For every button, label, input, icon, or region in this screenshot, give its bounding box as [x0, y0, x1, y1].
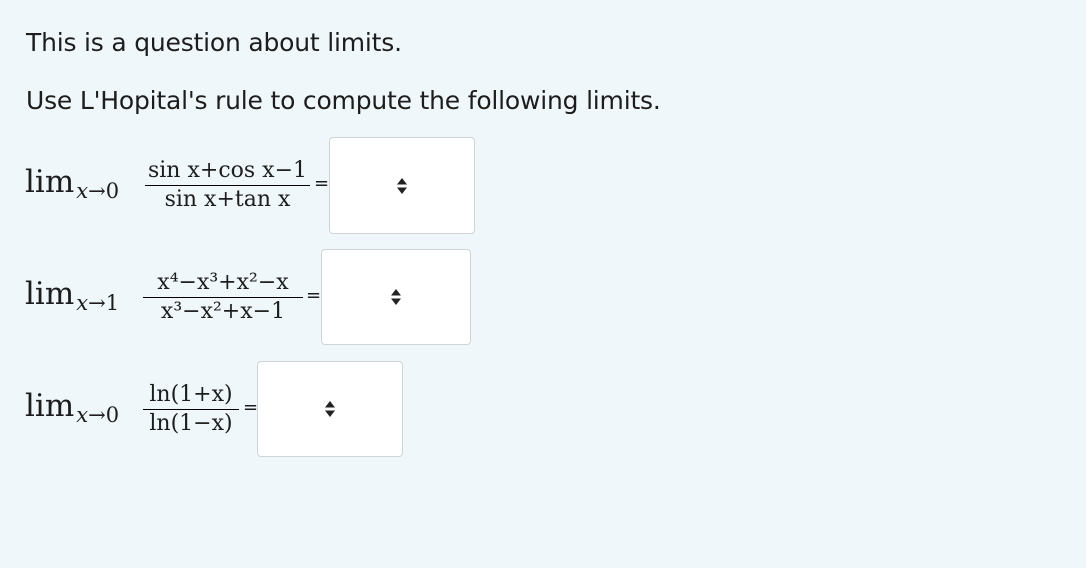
limit-operator: limx→0 [25, 388, 120, 427]
fraction-numerator: x⁴−x³+x²−x [157, 270, 289, 295]
limit-fraction: ln(1+x) ln(1−x) [143, 381, 239, 438]
question-instruction: Use L'Hopital's rule to compute the foll… [26, 86, 661, 115]
fraction-denominator: ln(1−x) [149, 411, 233, 436]
limit-fraction: sin x+cos x−1 sin x+tan x [145, 157, 310, 214]
answer-select-3[interactable] [257, 361, 403, 457]
up-down-arrow-icon [391, 289, 401, 305]
answer-select-2[interactable] [321, 249, 471, 345]
equals-sign: = [314, 173, 330, 194]
equals-sign: = [243, 397, 259, 418]
equals-sign: = [306, 285, 322, 306]
fraction-numerator: sin x+cos x−1 [147, 158, 308, 183]
fraction-numerator: ln(1+x) [149, 382, 233, 407]
up-down-arrow-icon [325, 401, 335, 417]
limit-fraction: x⁴−x³+x²−x x³−x²+x−1 [143, 269, 303, 326]
limit-operator: limx→0 [25, 164, 120, 203]
up-down-arrow-icon [397, 177, 407, 194]
fraction-denominator: x³−x²+x−1 [160, 299, 286, 324]
limit-operator: limx→1 [25, 276, 120, 315]
question-intro: This is a question about limits. [26, 28, 402, 57]
fraction-denominator: sin x+tan x [164, 187, 291, 212]
answer-select-1[interactable] [329, 137, 475, 234]
